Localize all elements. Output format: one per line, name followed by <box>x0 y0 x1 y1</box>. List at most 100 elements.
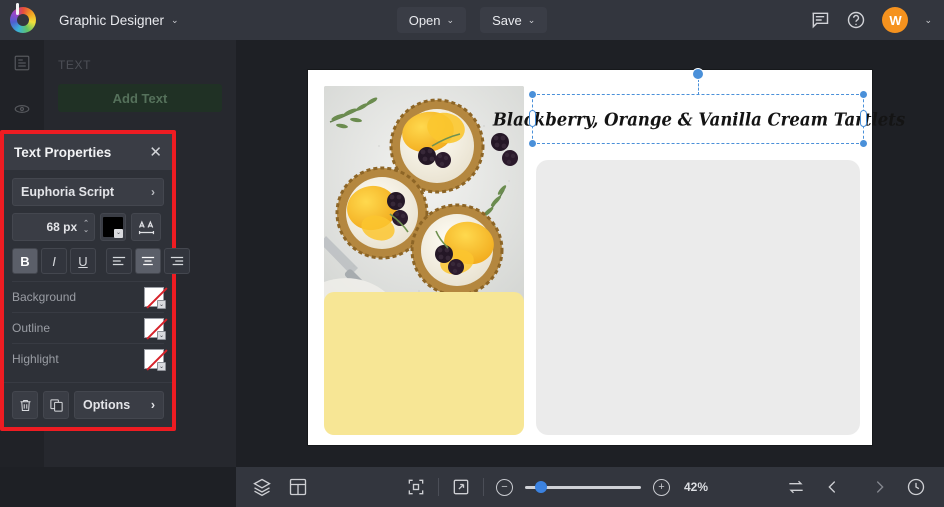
zoom-level-value: 42% <box>684 480 708 494</box>
highlight-color-swatch[interactable]: ⌄ <box>144 349 164 369</box>
save-button[interactable]: Save ⌄ <box>480 7 547 33</box>
chevron-down-icon[interactable]: ⌄ <box>157 300 166 309</box>
background-row: Background ⌄ <box>12 281 164 312</box>
text-style-group: B I U <box>12 248 96 274</box>
text-properties-panel: Text Properties ✕ Euphoria Script › 68 p… <box>0 130 176 431</box>
chevron-down-icon[interactable]: ⌄ <box>114 229 123 238</box>
font-size-input[interactable]: 68 px ⌃ ⌄ <box>12 213 95 241</box>
add-text-button[interactable]: Add Text <box>58 84 222 112</box>
italic-label: I <box>52 254 56 269</box>
resize-handle-right[interactable] <box>860 110 867 127</box>
expand-icon[interactable] <box>451 477 471 497</box>
background-label: Background <box>12 290 76 304</box>
text-align-group <box>106 248 190 274</box>
rotate-handle[interactable] <box>692 68 704 80</box>
design-board[interactable]: Blackberry, Orange & Vanilla Cream Tartl… <box>308 70 872 445</box>
help-icon[interactable] <box>846 10 866 30</box>
open-button[interactable]: Open ⌄ <box>397 7 466 33</box>
bold-label: B <box>20 254 29 269</box>
zoom-slider[interactable] <box>525 486 641 489</box>
bottom-right-group <box>786 477 926 497</box>
panel-section-kicker: TEXT <box>58 58 236 72</box>
text-page-icon <box>13 54 31 72</box>
account-chevron-down-icon[interactable]: ⌄ <box>924 15 932 26</box>
align-center-button[interactable] <box>135 248 161 274</box>
zoom-slider-knob[interactable] <box>535 481 547 493</box>
chevron-down-icon[interactable]: ⌄ <box>157 362 166 371</box>
zoom-controls: − + 42% <box>406 477 708 497</box>
history-icon[interactable] <box>906 477 926 497</box>
chevron-down-icon: ⌄ <box>528 15 536 26</box>
save-button-label: Save <box>492 13 522 28</box>
undo-icon[interactable] <box>826 477 846 497</box>
highlight-row: Highlight ⌄ <box>12 343 164 374</box>
underline-label: U <box>78 254 87 269</box>
rail-item-effects[interactable] <box>0 86 44 132</box>
italic-button[interactable]: I <box>41 248 67 274</box>
zoom-in-button[interactable]: + <box>653 479 670 496</box>
resize-handle-top-right[interactable] <box>859 90 868 99</box>
divider <box>438 478 439 496</box>
letter-spacing-button[interactable] <box>131 213 161 241</box>
close-icon[interactable]: ✕ <box>149 145 162 160</box>
align-right-button[interactable] <box>164 248 190 274</box>
chevron-down-icon[interactable]: ⌄ <box>157 331 166 340</box>
outline-row: Outline ⌄ <box>12 312 164 343</box>
avatar[interactable]: W <box>882 7 908 33</box>
bottom-left-group <box>252 477 308 497</box>
background-color-swatch[interactable]: ⌄ <box>144 287 164 307</box>
options-label: Options <box>83 398 130 412</box>
headline-text[interactable]: Blackberry, Orange & Vanilla Cream Tartl… <box>539 94 859 144</box>
resize-handle-bottom-left[interactable] <box>528 139 537 148</box>
text-properties-body: Euphoria Script › 68 px ⌃ ⌄ ⌄ <box>4 170 172 382</box>
outline-label: Outline <box>12 321 50 335</box>
text-color-swatch[interactable]: ⌄ <box>100 213 126 241</box>
zoom-out-button[interactable]: − <box>496 479 513 496</box>
font-family-select[interactable]: Euphoria Script › <box>12 178 164 206</box>
bottom-toolbar: − + 42% <box>236 467 944 507</box>
chevron-right-icon: › <box>151 185 155 199</box>
selected-text-element[interactable]: Blackberry, Orange & Vanilla Cream Tartl… <box>532 94 864 144</box>
font-size-value: 68 px <box>46 220 77 234</box>
gray-placeholder-block[interactable] <box>536 160 860 435</box>
duplicate-button[interactable] <box>43 391 69 419</box>
layers-icon[interactable] <box>252 477 272 497</box>
align-left-button[interactable] <box>106 248 132 274</box>
page-layout-icon[interactable] <box>288 477 308 497</box>
delete-button[interactable] <box>12 391 38 419</box>
stepper-down-icon[interactable]: ⌄ <box>83 228 89 234</box>
top-bar-right-group: W ⌄ <box>810 0 932 40</box>
redo-icon[interactable] <box>866 477 886 497</box>
duplicate-icon <box>49 398 64 413</box>
quantity-stepper[interactable]: ⌃ ⌄ <box>83 221 89 234</box>
app-logo[interactable] <box>10 7 36 33</box>
divider <box>483 478 484 496</box>
highlight-label: Highlight <box>12 352 59 366</box>
page-title: Text Properties <box>14 145 111 160</box>
font-size-row: 68 px ⌃ ⌄ ⌄ <box>12 213 164 241</box>
yellow-color-block[interactable] <box>324 292 524 435</box>
outline-color-swatch[interactable]: ⌄ <box>144 318 164 338</box>
rail-item-text[interactable] <box>0 40 44 86</box>
resize-handle-top-left[interactable] <box>528 90 537 99</box>
font-family-row: Euphoria Script › <box>12 178 164 206</box>
font-family-value: Euphoria Script <box>21 185 114 199</box>
stepper-up-icon[interactable]: ⌃ <box>83 221 89 227</box>
options-button[interactable]: Options › <box>74 391 164 419</box>
bold-button[interactable]: B <box>12 248 38 274</box>
open-button-label: Open <box>409 13 441 28</box>
text-properties-footer: Options › <box>4 382 172 427</box>
align-right-icon <box>170 255 184 267</box>
fit-to-screen-icon[interactable] <box>406 477 426 497</box>
document-title-dropdown[interactable]: Graphic Designer ⌄ <box>48 6 190 34</box>
swap-icon[interactable] <box>786 477 806 497</box>
resize-handle-bottom-right[interactable] <box>859 139 868 148</box>
comment-icon[interactable] <box>810 10 830 30</box>
chevron-right-icon: › <box>151 398 155 412</box>
rotation-line <box>698 79 699 95</box>
underline-button[interactable]: U <box>70 248 96 274</box>
trash-icon <box>18 398 33 413</box>
resize-handle-left[interactable] <box>529 110 536 127</box>
align-left-icon <box>112 255 126 267</box>
canvas-stage[interactable]: Blackberry, Orange & Vanilla Cream Tartl… <box>236 40 944 467</box>
